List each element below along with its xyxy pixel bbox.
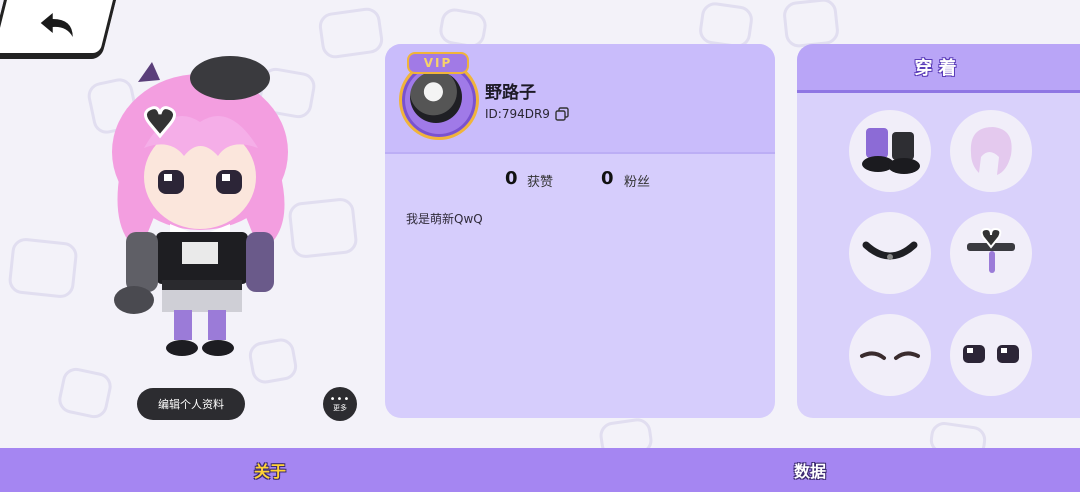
eyes-icon <box>963 345 1019 363</box>
likes-label: 获赞 <box>527 175 554 190</box>
accessory-slot[interactable] <box>950 212 1032 294</box>
bottom-tab-bar: 关于 数据 <box>0 448 1080 492</box>
choker-slot[interactable] <box>849 212 931 294</box>
vip-badge: VIP <box>407 52 469 74</box>
shoes-icon <box>862 128 920 174</box>
hair-slot[interactable] <box>950 110 1032 192</box>
avatar-image <box>410 71 462 123</box>
likes-count: 0 <box>505 168 518 189</box>
tab-about[interactable]: 关于 <box>0 448 540 492</box>
bio-text: 我是萌新QwQ <box>406 212 483 226</box>
eyes-slot[interactable] <box>950 314 1032 396</box>
fans-count: 0 <box>601 168 614 189</box>
outfit-title: 穿着 <box>797 44 1080 93</box>
outfit-panel: 穿着 <box>797 44 1080 418</box>
tab-data[interactable]: 数据 <box>540 448 1080 492</box>
profile-card: VIP 野路子 ID:794DR9 0 获赞 0 粉丝 我是萌新QwQ <box>385 44 775 418</box>
username: 野路子 <box>485 83 536 103</box>
choker-icon <box>862 241 918 260</box>
more-button[interactable]: ••• 更多 <box>323 387 357 421</box>
eyebrows-slot[interactable] <box>849 314 931 396</box>
accessory-icon <box>967 227 1015 273</box>
more-label: 更多 <box>333 403 347 412</box>
back-arrow-icon <box>40 13 73 37</box>
hair-icon <box>970 127 1012 175</box>
avatar-character <box>100 52 300 362</box>
profile-header: VIP 野路子 ID:794DR9 <box>385 44 775 154</box>
edit-profile-button[interactable]: 编辑个人资料 <box>137 388 245 420</box>
stats-row: 0 获赞 0 粉丝 <box>385 168 775 192</box>
user-id: ID:794DR9 <box>485 107 550 121</box>
copy-icon[interactable] <box>555 107 569 121</box>
back-button[interactable] <box>0 0 118 56</box>
eyebrows-icon <box>860 351 920 360</box>
shoes-slot[interactable] <box>849 110 931 192</box>
more-dots-icon: ••• <box>329 393 351 405</box>
fans-label: 粉丝 <box>624 175 651 190</box>
